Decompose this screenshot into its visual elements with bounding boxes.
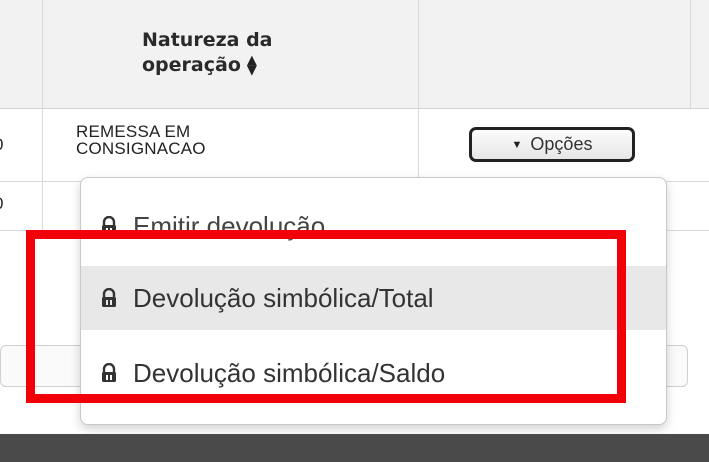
options-button[interactable]: ▼ Opções [469,127,635,162]
sort-icon[interactable]: ▲ ▼ [247,54,257,77]
menu-item-devolucao-simbolica-saldo[interactable]: Devolução simbólica/Saldo [81,341,666,405]
column-divider [418,109,419,181]
menu-item-label: Devolução simbólica/Total [133,282,434,313]
lock-icon [102,288,116,307]
options-dropdown-menu: Emitir devolução Devolução simbólica/Tot… [80,177,667,425]
lock-icon [102,216,116,235]
column-header-line1: Natureza da [142,29,273,51]
partial-cell-value: 0 [0,135,3,155]
bottom-bar [0,434,709,462]
menu-item-devolucao-simbolica-total[interactable]: Devolução simbólica/Total [81,266,666,330]
menu-item-emitir-devolucao[interactable]: Emitir devolução [81,194,666,258]
column-header-natureza[interactable]: Natureza da operação ▲ ▼ [142,28,342,78]
caret-down-icon: ▼ [511,138,523,151]
nature-line2: CONSIGNACAO [76,139,206,158]
column-divider [42,182,43,230]
column-header-line2: operação [142,54,241,76]
column-divider [42,109,43,181]
menu-item-label: Emitir devolução [133,210,326,241]
column-divider [690,0,691,108]
nature-line1: REMESSA EM [76,122,191,141]
lock-icon [102,363,116,382]
nature-cell: REMESSA EM CONSIGNACAO [76,123,336,157]
menu-item-label: Devolução simbólica/Saldo [133,357,446,388]
column-divider [42,0,43,108]
table-header: Natureza da operação ▲ ▼ [0,0,709,109]
column-divider [418,0,419,108]
options-button-label: Opções [530,134,593,154]
partial-cell-value: 0 [0,194,3,214]
